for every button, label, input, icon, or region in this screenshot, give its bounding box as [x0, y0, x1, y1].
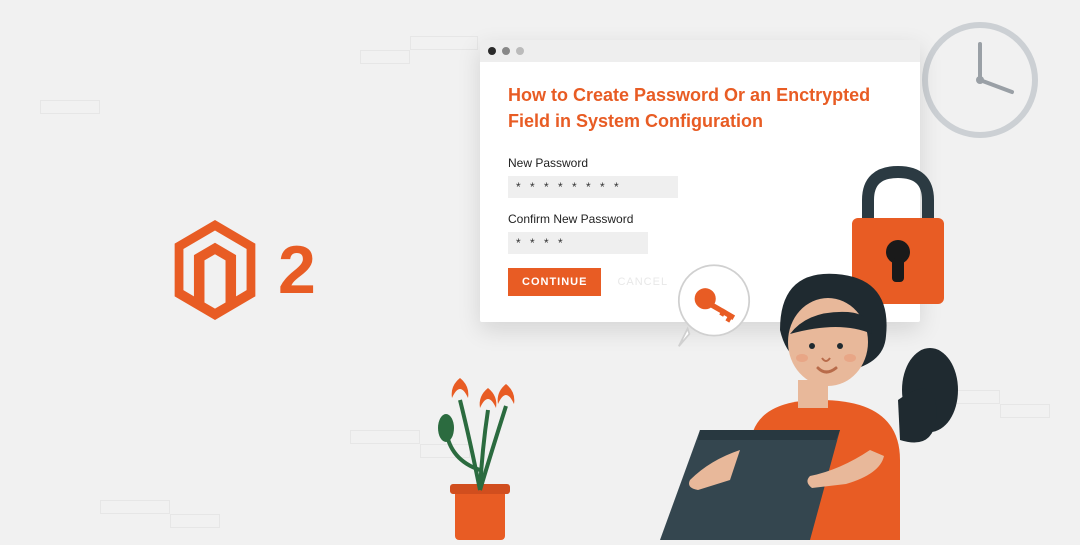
window-titlebar	[480, 40, 920, 62]
bg-brick	[170, 514, 220, 528]
tulip-plant-icon	[410, 350, 550, 540]
clock-icon	[920, 20, 1040, 140]
bg-brick	[410, 36, 478, 50]
magento-logo: 2	[170, 220, 316, 320]
window-control-dot	[516, 47, 524, 55]
bg-brick	[40, 100, 100, 114]
window-control-dot	[488, 47, 496, 55]
bg-brick	[1000, 404, 1050, 418]
dialog-heading: How to Create Password Or an Enctrypted …	[508, 82, 892, 134]
window-control-dot	[502, 47, 510, 55]
continue-button[interactable]: CONTINUE	[508, 268, 601, 296]
bg-brick	[100, 500, 170, 514]
confirm-password-input[interactable]	[508, 232, 648, 254]
new-password-label: New Password	[508, 156, 892, 170]
magento-hexagon-icon	[170, 220, 260, 320]
magento-version: 2	[278, 231, 316, 309]
bg-brick	[360, 50, 410, 64]
new-password-input[interactable]	[508, 176, 678, 198]
confirm-password-label: Confirm New Password	[508, 212, 892, 226]
person-illustration	[640, 250, 960, 540]
